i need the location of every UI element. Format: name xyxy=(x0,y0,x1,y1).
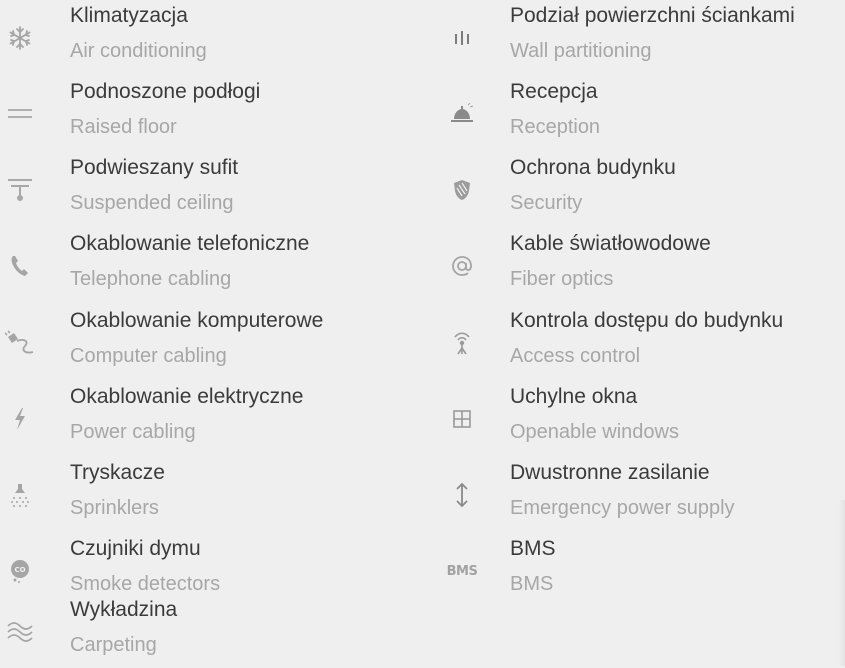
amenities-list: Klimatyzacja Air conditioning Podnoszone… xyxy=(0,0,845,666)
amenity-reception: Recepcja Reception xyxy=(440,76,845,150)
page-edge-shadow xyxy=(839,500,845,666)
amenity-label-pl: Podnoszone podłogi xyxy=(70,80,261,103)
amenity-emergency-power: Dwustronne zasilanie Emergency power sup… xyxy=(440,457,845,531)
amenity-bms: BMS BMS BMS xyxy=(440,533,845,607)
amenity-power-cabling: Okablowanie elektryczne Power cabling xyxy=(0,381,420,455)
amenity-label-pl: Czujniki dymu xyxy=(70,537,201,560)
amenity-label-en: Suspended ceiling xyxy=(70,192,234,214)
amenity-openable-windows: Uchylne okna Openable windows xyxy=(440,381,845,455)
amenity-fiber-optics: Kable światłowodowe Fiber optics xyxy=(440,228,845,302)
amenity-label-pl: Okablowanie elektryczne xyxy=(70,385,304,408)
up-down-arrow-icon xyxy=(446,479,478,511)
amenity-label-en: Sprinklers xyxy=(70,497,159,519)
raised-floor-icon xyxy=(4,98,36,130)
phone-icon xyxy=(4,250,36,282)
amenity-label-pl: BMS xyxy=(510,537,556,560)
snowflake-icon xyxy=(4,22,36,54)
amenity-security: Ochrona budynku Security xyxy=(440,152,845,226)
amenity-label-en: Emergency power supply xyxy=(510,497,735,519)
shield-icon xyxy=(446,174,478,206)
amenity-label-en: Raised floor xyxy=(70,116,177,138)
amenity-label-en: Computer cabling xyxy=(70,345,227,367)
svg-text:CO: CO xyxy=(14,566,25,574)
amenity-label-en: Smoke detectors xyxy=(70,573,221,595)
amenity-label-pl: Ochrona budynku xyxy=(510,156,676,179)
amenity-label-en: Air conditioning xyxy=(70,40,207,62)
at-sign-icon xyxy=(446,250,478,282)
amenity-air-conditioning: Klimatyzacja Air conditioning xyxy=(0,0,420,74)
plug-cable-icon xyxy=(4,327,36,359)
amenity-label-pl: Uchylne okna xyxy=(510,385,638,408)
amenity-label-pl: Podział powierzchni ściankami xyxy=(510,4,795,27)
amenity-label-pl: Recepcja xyxy=(510,80,598,103)
reception-bell-icon xyxy=(446,98,478,130)
amenity-label-en: Carpeting xyxy=(70,634,157,656)
bms-icon: BMS xyxy=(446,555,478,587)
amenity-label-en: Power cabling xyxy=(70,421,196,443)
amenity-label-pl: Kable światłowodowe xyxy=(510,232,711,255)
amenity-label-pl: Okablowanie komputerowe xyxy=(70,309,324,332)
amenity-label-en: Security xyxy=(510,192,583,214)
waves-icon xyxy=(4,616,36,648)
amenity-label-en: Wall partitioning xyxy=(510,40,652,62)
amenity-label-en: Reception xyxy=(510,116,601,138)
amenity-computer-cabling: Okablowanie komputerowe Computer cabling xyxy=(0,305,420,379)
amenity-carpeting: Wykładzina Carpeting xyxy=(0,594,420,668)
amenity-label-pl: Dwustronne zasilanie xyxy=(510,461,710,484)
amenity-label-pl: Tryskacze xyxy=(70,461,165,484)
window-icon xyxy=(446,403,478,435)
ceiling-lamp-icon xyxy=(4,174,36,206)
amenity-label-en: Telephone cabling xyxy=(70,268,232,290)
amenity-wall-partitioning: Podział powierzchni ściankami Wall parti… xyxy=(440,0,845,74)
amenity-label-pl: Okablowanie telefoniczne xyxy=(70,232,310,255)
amenity-label-pl: Wykładzina xyxy=(70,598,178,621)
lightning-icon xyxy=(4,403,36,435)
sprinkler-icon xyxy=(4,479,36,511)
wall-partition-icon xyxy=(446,22,478,54)
amenity-label-en: BMS xyxy=(510,573,554,595)
amenity-telephone-cabling: Okablowanie telefoniczne Telephone cabli… xyxy=(0,228,420,302)
amenity-suspended-ceiling: Podwieszany sufit Suspended ceiling xyxy=(0,152,420,226)
co2-cloud-icon: CO xyxy=(4,555,36,587)
amenity-raised-floor: Podnoszone podłogi Raised floor xyxy=(0,76,420,150)
amenity-access-control: Kontrola dostępu do budynku Access contr… xyxy=(440,305,845,379)
amenity-sprinklers: Tryskacze Sprinklers xyxy=(0,457,420,531)
amenity-label-pl: Klimatyzacja xyxy=(70,4,188,27)
bms-icon-text: BMS xyxy=(446,563,478,579)
amenity-label-en: Openable windows xyxy=(510,421,679,443)
amenity-label-pl: Kontrola dostępu do budynku xyxy=(510,309,784,332)
antenna-icon xyxy=(446,327,478,359)
amenity-label-pl: Podwieszany sufit xyxy=(70,156,239,179)
amenity-label-en: Access control xyxy=(510,345,641,367)
amenity-label-en: Fiber optics xyxy=(510,268,614,290)
